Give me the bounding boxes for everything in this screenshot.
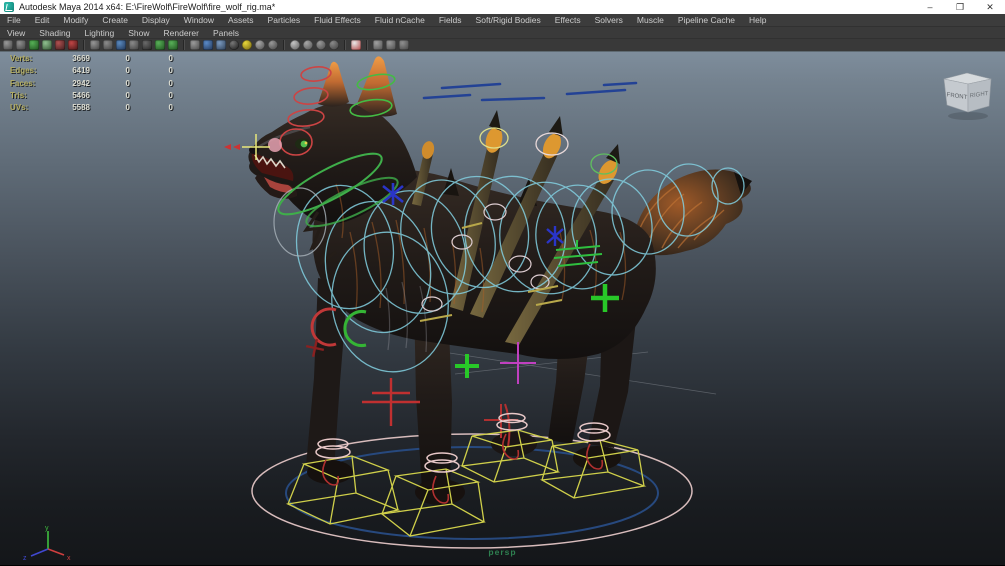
grid-icon[interactable] xyxy=(90,40,100,50)
panel-menu-lighting[interactable]: Lighting xyxy=(77,28,121,38)
bookmarks-icon[interactable] xyxy=(42,40,52,50)
poly-count-hud: Verts: 3669 0 0 Edges: 6419 0 0 Faces: 2… xyxy=(0,53,173,114)
y-axis-label: y xyxy=(45,525,49,532)
xray-joints-icon[interactable] xyxy=(386,40,396,50)
perspective-viewport[interactable]: Verts: 3669 0 0 Edges: 6419 0 0 Faces: 2… xyxy=(0,51,1005,565)
select-camera-icon[interactable] xyxy=(3,40,13,50)
safe-title-icon[interactable] xyxy=(168,40,178,50)
plugin-display-filters-icon[interactable] xyxy=(399,40,409,50)
maximize-button[interactable]: ❐ xyxy=(945,0,975,14)
blue-stroke-controls[interactable] xyxy=(424,83,636,100)
menu-soft-rigid-bodies[interactable]: Soft/Rigid Bodies xyxy=(469,15,548,25)
toolbar-separator xyxy=(344,40,346,50)
menu-file[interactable]: File xyxy=(0,15,28,25)
wolf-front-left-paw xyxy=(307,460,353,484)
title-bar: Autodesk Maya 2014 x64: E:\FireWolf\Fire… xyxy=(0,0,1005,14)
isolate-select-icon[interactable] xyxy=(351,40,361,50)
close-button[interactable]: ✕ xyxy=(975,0,1005,14)
minimize-button[interactable]: – xyxy=(915,0,945,14)
wolf-rear-right-paw xyxy=(573,446,621,470)
menu-particles[interactable]: Particles xyxy=(261,15,308,25)
camera-name-label: persp xyxy=(0,547,1005,557)
use-all-lights-icon[interactable] xyxy=(242,40,252,50)
hud-row-tris: Tris: 5466 0 0 xyxy=(0,90,173,102)
depth-of-field-icon[interactable] xyxy=(316,40,326,50)
screen-space-ao-icon[interactable] xyxy=(268,40,278,50)
toolbar-separator xyxy=(283,40,285,50)
safe-action-icon[interactable] xyxy=(155,40,165,50)
image-plane-icon[interactable] xyxy=(55,40,65,50)
panel-menu-show[interactable]: Show xyxy=(121,28,156,38)
hud-row-edges: Edges: 6419 0 0 xyxy=(0,65,173,77)
wolf-eye-glint xyxy=(305,142,308,145)
maya-app-icon xyxy=(4,2,14,12)
two-d-pan-zoom-icon[interactable] xyxy=(68,40,78,50)
multisample-aa-icon[interactable] xyxy=(303,40,313,50)
panel-menu-panels[interactable]: Panels xyxy=(206,28,246,38)
menu-display[interactable]: Display xyxy=(135,15,177,25)
gate-mask-icon[interactable] xyxy=(129,40,139,50)
toolbar-separator xyxy=(183,40,185,50)
use-default-material-icon[interactable] xyxy=(229,40,239,50)
menu-solvers[interactable]: Solvers xyxy=(588,15,630,25)
wolf-left-ear xyxy=(318,62,349,107)
green-plus-control-belly[interactable] xyxy=(455,354,479,378)
view-cube-shadow xyxy=(948,112,988,120)
xray-icon[interactable] xyxy=(373,40,383,50)
panel-menu-shading[interactable]: Shading xyxy=(32,28,77,38)
menu-fluid-ncache[interactable]: Fluid nCache xyxy=(368,15,432,25)
muzzle-control-dot[interactable] xyxy=(268,138,282,152)
wireframe-icon[interactable] xyxy=(190,40,200,50)
panel-toolbar xyxy=(0,39,1005,51)
panel-menu-renderer[interactable]: Renderer xyxy=(157,28,206,38)
toolbar-separator xyxy=(366,40,368,50)
toolbar-separator xyxy=(83,40,85,50)
red-cross-control-front[interactable] xyxy=(362,378,420,426)
hud-row-uvs: UVs: 5588 0 0 xyxy=(0,102,173,114)
window-controls: – ❐ ✕ xyxy=(915,0,1005,14)
menu-muscle[interactable]: Muscle xyxy=(630,15,671,25)
camera-attributes-icon[interactable] xyxy=(29,40,39,50)
menu-create[interactable]: Create xyxy=(95,15,135,25)
scene-canvas[interactable] xyxy=(0,52,1005,566)
menu-effects[interactable]: Effects xyxy=(548,15,588,25)
menu-window[interactable]: Window xyxy=(177,15,221,25)
menu-edit[interactable]: Edit xyxy=(28,15,57,25)
lock-camera-icon[interactable] xyxy=(16,40,26,50)
resolution-gate-icon[interactable] xyxy=(116,40,126,50)
window-title: Autodesk Maya 2014 x64: E:\FireWolf\Fire… xyxy=(19,2,915,12)
view-cube[interactable]: FRONT RIGHT xyxy=(938,64,998,124)
hud-row-verts: Verts: 3669 0 0 xyxy=(0,53,173,65)
menu-pipeline-cache[interactable]: Pipeline Cache xyxy=(671,15,742,25)
shadows-icon[interactable] xyxy=(255,40,265,50)
axis-tripod: y x z xyxy=(18,522,88,566)
panel-menu-bar: View Shading Lighting Show Renderer Pane… xyxy=(0,27,1005,39)
menu-help[interactable]: Help xyxy=(742,15,773,25)
smooth-shade-icon[interactable] xyxy=(203,40,213,50)
field-chart-icon[interactable] xyxy=(142,40,152,50)
menu-fluid-effects[interactable]: Fluid Effects xyxy=(307,15,368,25)
film-gate-icon[interactable] xyxy=(103,40,113,50)
exposure-icon[interactable] xyxy=(329,40,339,50)
panel-menu-view[interactable]: View xyxy=(0,28,32,38)
menu-assets[interactable]: Assets xyxy=(221,15,261,25)
menu-modify[interactable]: Modify xyxy=(56,15,95,25)
motion-blur-icon[interactable] xyxy=(290,40,300,50)
main-menu-bar: File Edit Modify Create Display Window A… xyxy=(0,14,1005,27)
hud-row-faces: Faces: 2942 0 0 xyxy=(0,78,173,90)
menu-fields[interactable]: Fields xyxy=(432,15,469,25)
textured-icon[interactable] xyxy=(216,40,226,50)
nose-red-arrows[interactable] xyxy=(224,144,240,150)
